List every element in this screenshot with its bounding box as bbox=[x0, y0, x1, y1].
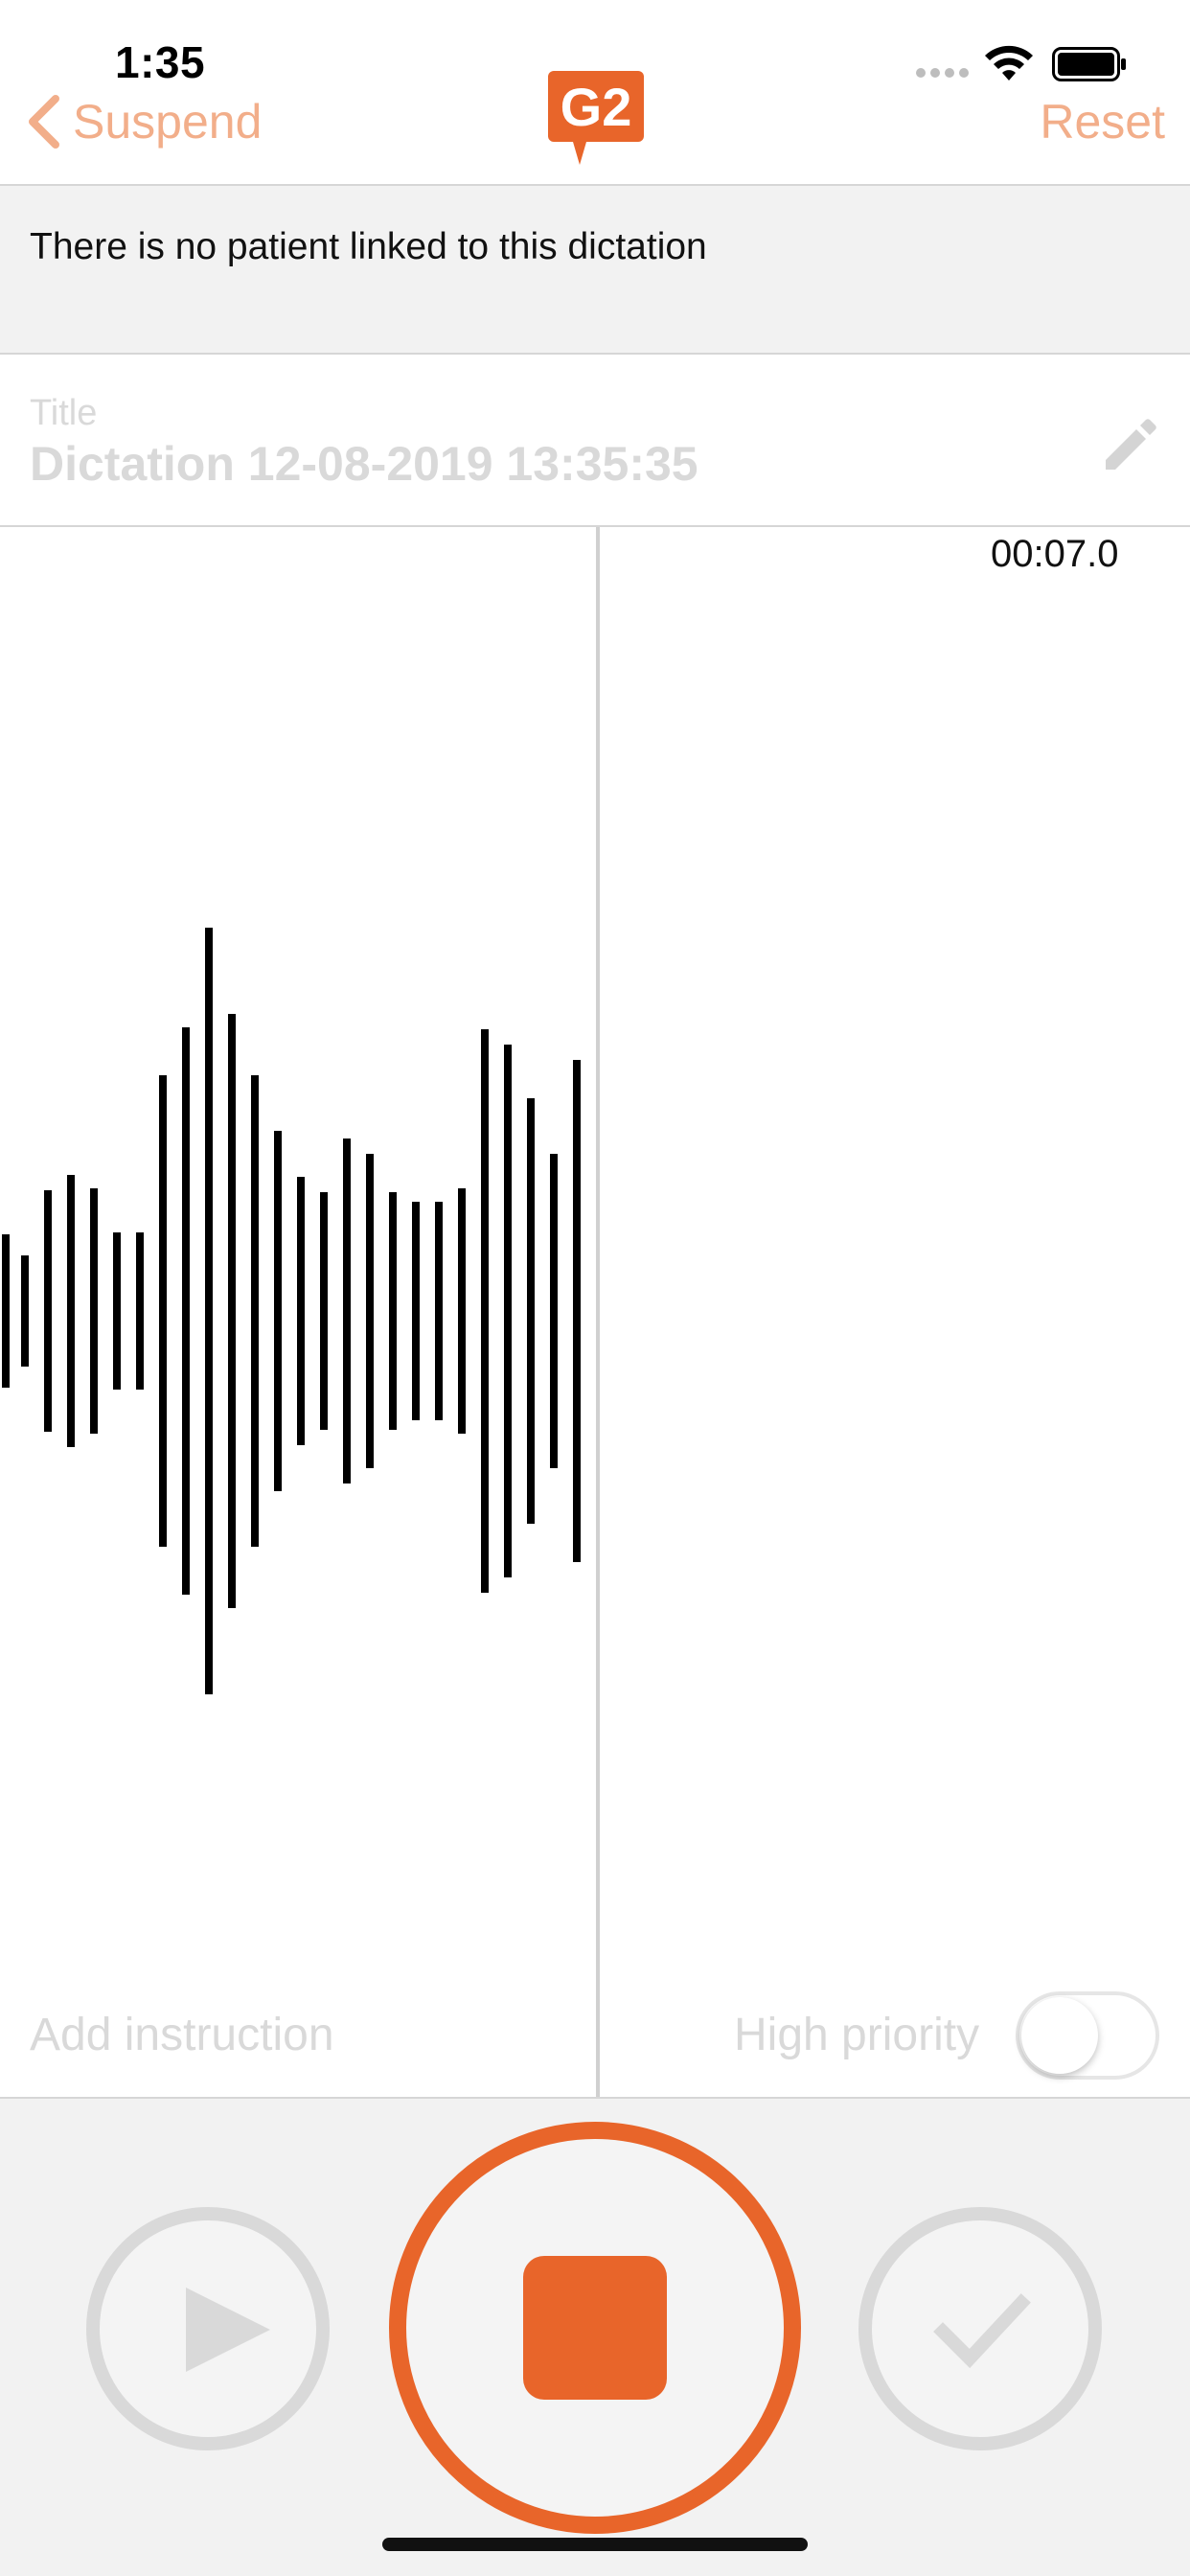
cellular-signal-icon bbox=[916, 68, 969, 78]
play-icon bbox=[186, 2288, 270, 2372]
waveform-bar bbox=[113, 1232, 121, 1390]
waveform-bar bbox=[343, 1138, 351, 1484]
waveform-bar bbox=[159, 1075, 167, 1547]
high-priority-toggle[interactable] bbox=[1016, 1991, 1159, 2080]
play-button[interactable] bbox=[86, 2207, 330, 2450]
logo-text: G2 bbox=[561, 77, 632, 137]
reset-button[interactable]: Reset bbox=[1040, 94, 1165, 150]
add-instruction-button[interactable]: Add instruction bbox=[30, 2009, 334, 2061]
waveform-bar bbox=[481, 1029, 489, 1593]
waveform-bar bbox=[297, 1177, 305, 1445]
waveform-bar bbox=[527, 1098, 535, 1524]
waveform-bar bbox=[274, 1131, 282, 1491]
waveform-bar bbox=[67, 1175, 75, 1447]
suspend-label: Suspend bbox=[73, 95, 263, 149]
battery-icon bbox=[1052, 47, 1126, 81]
g2-logo: G2 bbox=[548, 71, 644, 165]
checkmark-icon bbox=[933, 2293, 1031, 2369]
waveform-bar bbox=[251, 1075, 259, 1547]
waveform-bar bbox=[389, 1192, 397, 1430]
waveform-bar bbox=[550, 1154, 558, 1468]
chevron-left-icon bbox=[29, 95, 59, 149]
done-button[interactable] bbox=[858, 2207, 1102, 2450]
patient-banner-text: There is no patient linked to this dicta… bbox=[30, 226, 707, 267]
stop-recording-button[interactable] bbox=[389, 2122, 801, 2534]
waveform-bar bbox=[366, 1154, 374, 1468]
waveform-bar bbox=[136, 1232, 144, 1390]
waveform-bar bbox=[320, 1192, 328, 1430]
waveform-bar bbox=[412, 1202, 420, 1420]
pencil-icon[interactable] bbox=[1098, 414, 1159, 475]
stop-icon bbox=[523, 2256, 667, 2400]
waveform-bar bbox=[21, 1255, 29, 1367]
title-label: Title bbox=[30, 393, 98, 433]
waveform-bar bbox=[573, 1060, 581, 1562]
waveform-bar bbox=[205, 928, 213, 1694]
waveform-bar bbox=[504, 1045, 512, 1577]
home-indicator bbox=[382, 2538, 808, 2551]
recording-timer: 00:07.0 bbox=[991, 533, 1119, 575]
waveform-bar bbox=[182, 1027, 190, 1595]
waveform-bar bbox=[458, 1188, 466, 1434]
status-time: 1:35 bbox=[115, 37, 206, 87]
toggle-knob bbox=[1021, 1997, 1098, 2074]
waveform-bar bbox=[90, 1188, 98, 1434]
title-field[interactable]: Dictation 12-08-2019 13:35:35 bbox=[30, 436, 698, 492]
high-priority-label: High priority bbox=[734, 2010, 980, 2060]
audio-waveform bbox=[2, 928, 581, 1694]
waveform-bar bbox=[44, 1190, 52, 1432]
playhead-line bbox=[596, 527, 600, 2099]
banner-divider bbox=[0, 353, 1190, 355]
suspend-button[interactable]: Suspend bbox=[25, 90, 262, 153]
wifi-icon bbox=[985, 45, 1033, 80]
waveform-bar bbox=[435, 1202, 443, 1420]
waveform-bar bbox=[2, 1234, 10, 1388]
patient-banner[interactable] bbox=[0, 186, 1190, 353]
waveform-bar bbox=[228, 1014, 236, 1608]
